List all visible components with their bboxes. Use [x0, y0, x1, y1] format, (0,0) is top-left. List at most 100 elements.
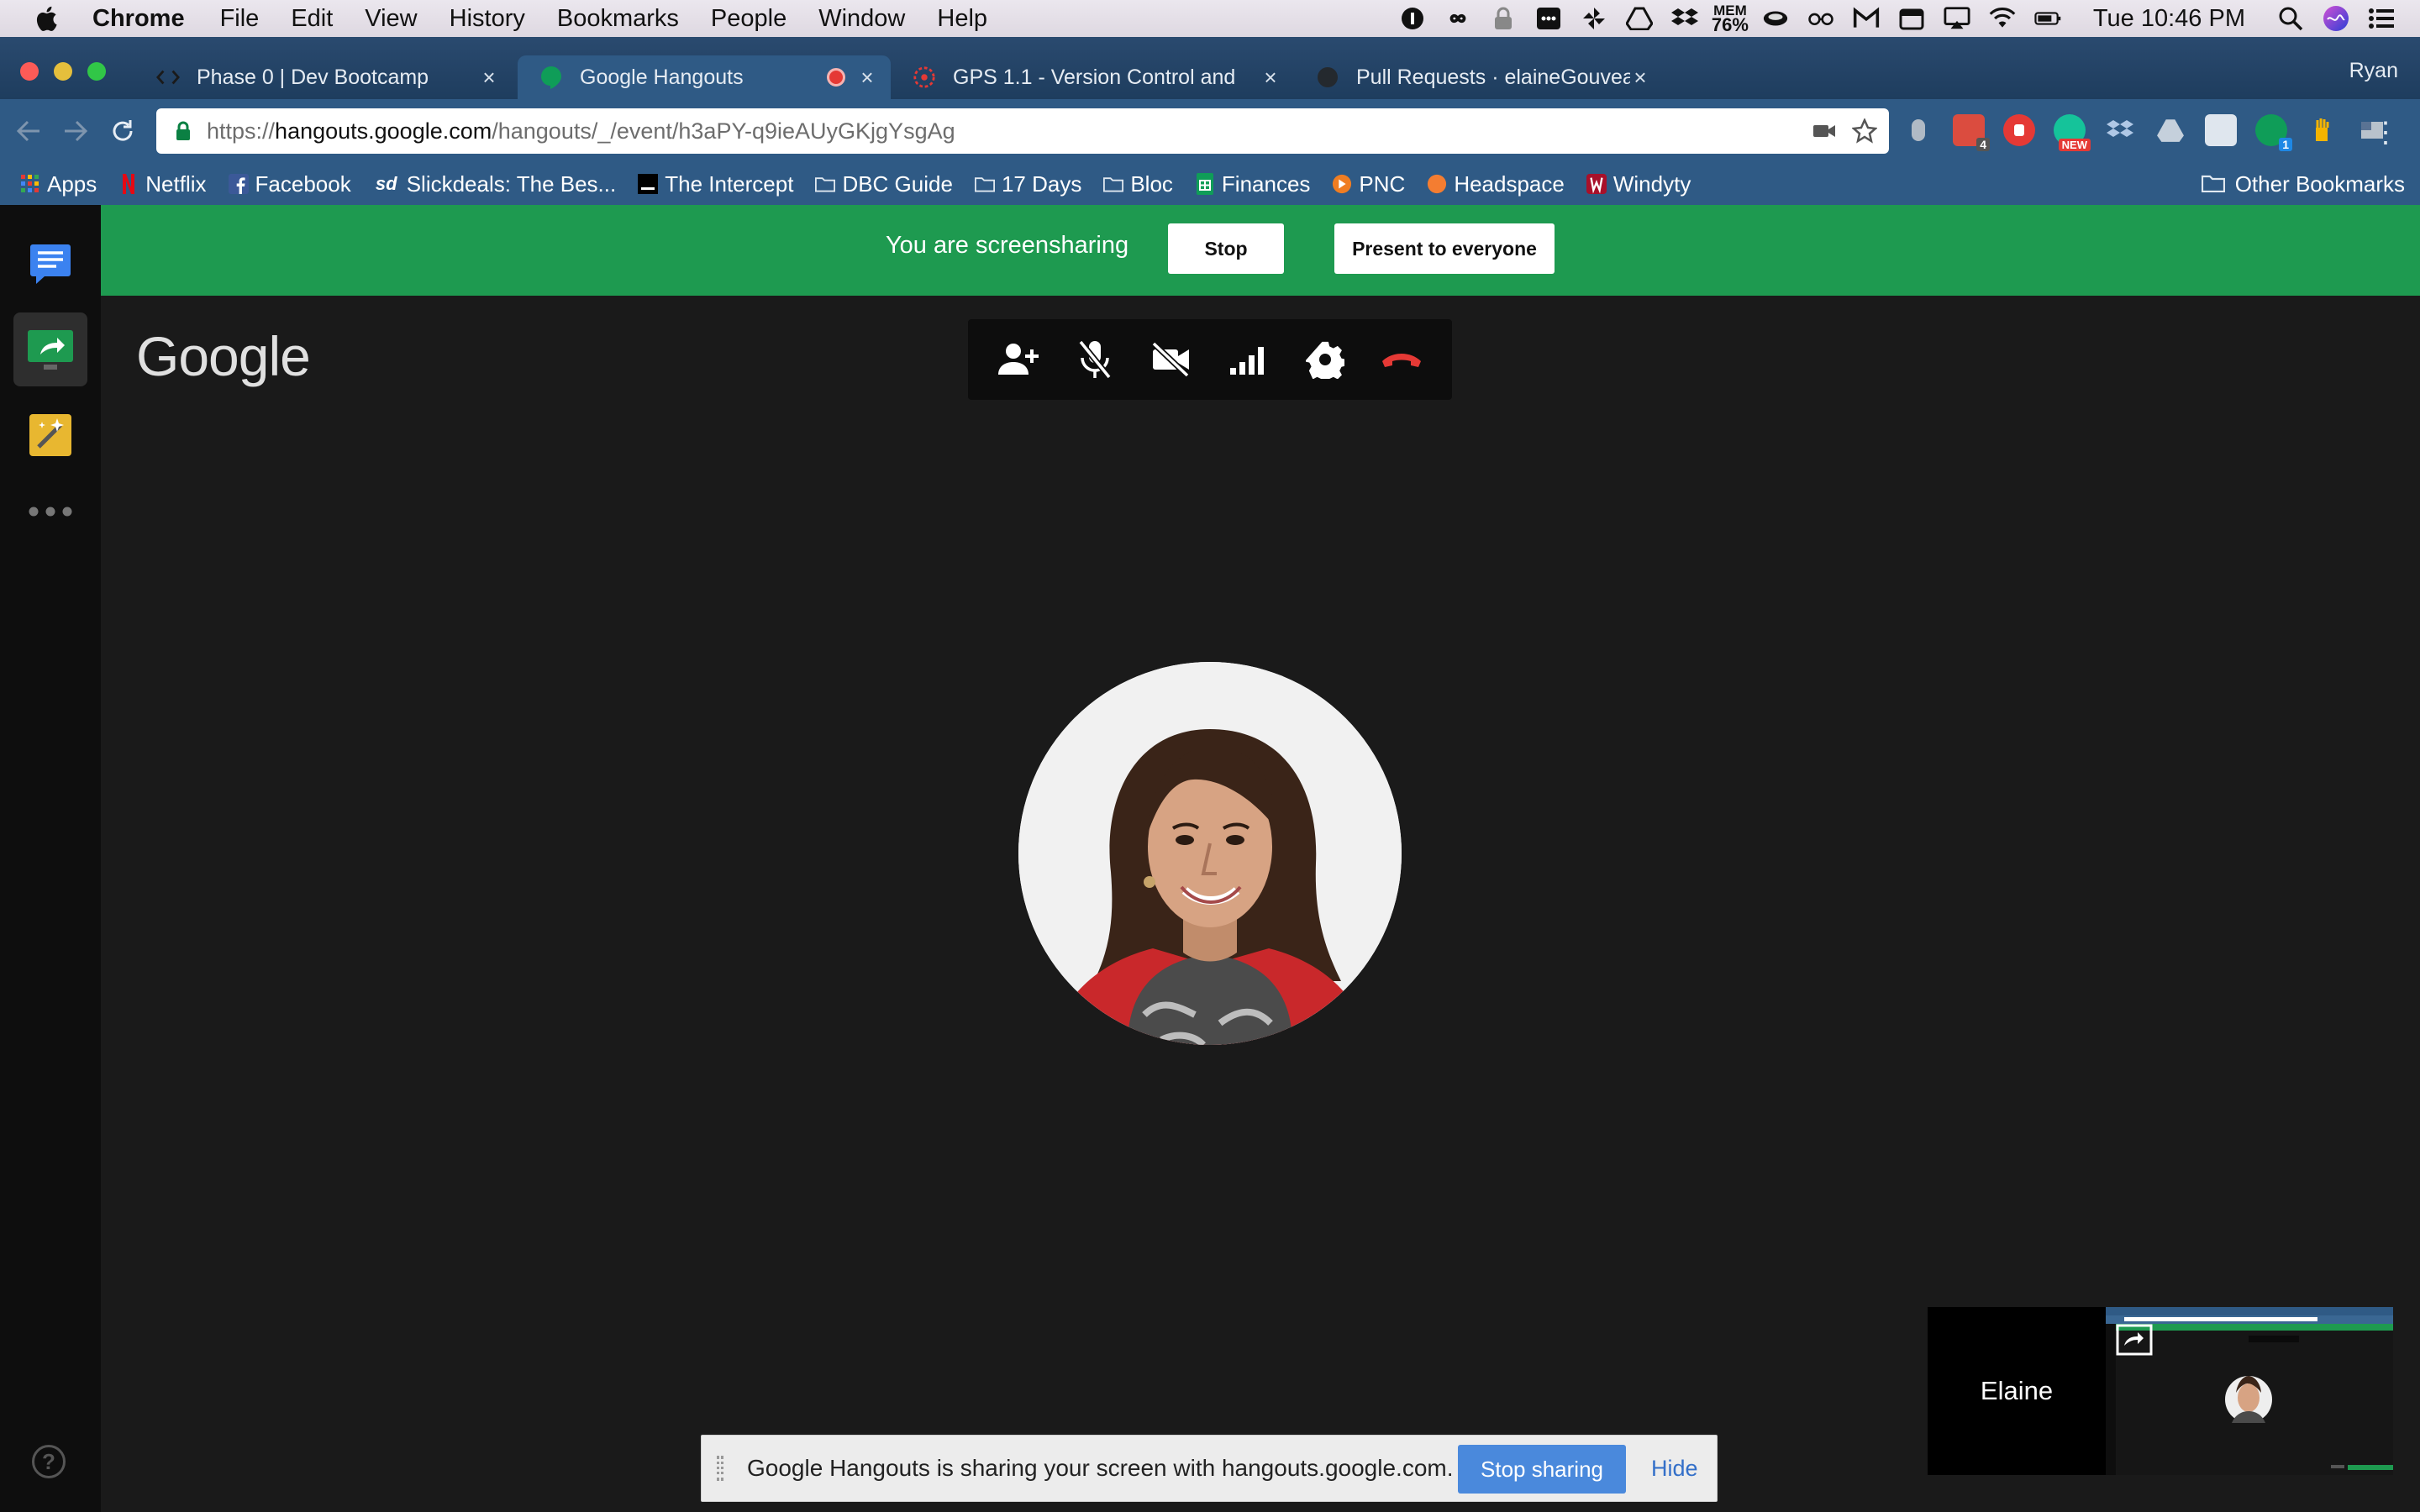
- adblock-extension-icon[interactable]: [2003, 114, 2035, 146]
- menu-window[interactable]: Window: [818, 5, 905, 33]
- other-bookmarks-folder[interactable]: Other Bookmarks: [2201, 163, 2405, 205]
- battery-icon[interactable]: [2034, 5, 2061, 32]
- address-bar[interactable]: https://hangouts.google.com/hangouts/_/e…: [156, 108, 1889, 154]
- hand-extension-icon[interactable]: [2306, 114, 2338, 146]
- forward-button[interactable]: [60, 116, 91, 146]
- close-tab-icon[interactable]: ×: [1260, 65, 1281, 91]
- menu-chrome[interactable]: Chrome: [92, 5, 185, 33]
- apple-icon[interactable]: [34, 5, 59, 32]
- drive-extension-icon[interactable]: [2154, 114, 2186, 146]
- pinwheel-icon[interactable]: [1581, 5, 1607, 32]
- airplay-icon[interactable]: [1944, 5, 1970, 32]
- menu-view[interactable]: View: [365, 5, 417, 33]
- tab-title: Phase 0 | Dev Bootcamp: [197, 65, 429, 89]
- cup-icon[interactable]: [1762, 5, 1789, 32]
- bookmark-star-icon[interactable]: [1852, 118, 1877, 144]
- bookmark-pnc[interactable]: PNC: [1332, 171, 1405, 197]
- grammarly-extension-icon[interactable]: NEW: [2054, 114, 2091, 151]
- close-tab-icon[interactable]: ×: [479, 65, 499, 91]
- url-path: /hangouts/_/event/h3aPY-q9ieAUyGKjgYsgAg: [492, 118, 955, 144]
- memory-value: 76%: [1711, 14, 1749, 35]
- settings-button[interactable]: [1302, 336, 1349, 383]
- lock-status-icon[interactable]: [1490, 5, 1517, 32]
- url-scheme: https://: [207, 118, 276, 144]
- close-window-button[interactable]: [20, 62, 39, 81]
- screensharing-status-text: You are screensharing: [886, 232, 1129, 259]
- todoist-extension-icon[interactable]: 4: [1953, 114, 1990, 151]
- bookmark-facebook[interactable]: Facebook: [228, 171, 351, 197]
- bookmark-windyty[interactable]: Windyty: [1586, 171, 1691, 197]
- bookmark-label: Apps: [47, 171, 97, 197]
- hide-notification-button[interactable]: Hide: [1651, 1456, 1698, 1482]
- menu-people[interactable]: People: [711, 5, 786, 33]
- infinity-icon[interactable]: [1444, 5, 1471, 32]
- camera-toggle-button[interactable]: [1148, 336, 1195, 383]
- more-options-button[interactable]: [13, 491, 87, 533]
- tab-gps-1-1[interactable]: GPS 1.1 - Version Control and ×: [891, 55, 1294, 99]
- secure-lock-icon[interactable]: [166, 121, 200, 141]
- notification-center-icon[interactable]: [2368, 5, 2395, 32]
- bookmark-slickdeals[interactable]: sd Slickdeals: The Bes...: [373, 171, 616, 197]
- menubar-clock[interactable]: Tue 10:46 PM: [2093, 5, 2245, 33]
- add-person-button[interactable]: [995, 336, 1042, 383]
- bookmark-bloc[interactable]: Bloc: [1103, 171, 1173, 197]
- stop-screenshare-button[interactable]: Stop: [1168, 223, 1284, 274]
- 1password-icon[interactable]: [1399, 5, 1426, 32]
- spotlight-search-icon[interactable]: [2277, 5, 2304, 32]
- tab-google-hangouts[interactable]: Google Hangouts ×: [518, 55, 891, 99]
- hangouts-extension-icon[interactable]: 1: [2255, 114, 2292, 151]
- bookmark-netflix[interactable]: Netflix: [118, 171, 207, 197]
- dropbox-status-icon[interactable]: [1670, 5, 1698, 32]
- close-tab-icon[interactable]: ×: [1630, 65, 1650, 91]
- help-icon[interactable]: ?: [32, 1445, 66, 1478]
- menu-file[interactable]: File: [220, 5, 260, 33]
- maximize-window-button[interactable]: [87, 62, 106, 81]
- menu-help[interactable]: Help: [937, 5, 987, 33]
- present-to-everyone-button[interactable]: Present to everyone: [1334, 223, 1555, 274]
- dropbox-extension-icon[interactable]: [2104, 114, 2136, 146]
- bandwidth-button[interactable]: [1225, 336, 1272, 383]
- mute-microphone-button[interactable]: [1071, 336, 1118, 383]
- qr-extension-icon[interactable]: [2205, 114, 2237, 146]
- participant-tile-elaine[interactable]: Elaine: [1928, 1307, 2106, 1475]
- tab-phase-0[interactable]: Phase 0 | Dev Bootcamp ×: [134, 55, 513, 99]
- google-drive-status-icon[interactable]: [1625, 5, 1653, 32]
- macos-menu-bar: Chrome File Edit View History Bookmarks …: [0, 0, 2420, 37]
- stop-sharing-button[interactable]: Stop sharing: [1458, 1445, 1626, 1494]
- close-tab-icon[interactable]: ×: [857, 65, 877, 91]
- minimize-window-button[interactable]: [54, 62, 72, 81]
- tab-pull-requests[interactable]: Pull Requests · elaineGouvea/p ×: [1294, 55, 1664, 99]
- settings-icon: [1305, 341, 1344, 379]
- gmail-status-icon[interactable]: [1853, 5, 1880, 32]
- bookmark-dbc-guide[interactable]: DBC Guide: [815, 171, 953, 197]
- dots-box-icon[interactable]: [1535, 5, 1562, 32]
- siri-icon[interactable]: [2323, 5, 2349, 32]
- back-button[interactable]: [13, 116, 44, 146]
- drag-handle-icon[interactable]: [717, 1456, 723, 1481]
- camera-in-use-icon[interactable]: [1812, 118, 1837, 144]
- chrome-menu-icon[interactable]: ⋮: [2371, 116, 2400, 150]
- calendar-status-icon[interactable]: [1898, 5, 1925, 32]
- screenshare-button[interactable]: [13, 312, 87, 386]
- memory-meter[interactable]: MEM 76%: [1712, 3, 1749, 34]
- bookmark-headspace[interactable]: Headspace: [1427, 171, 1565, 197]
- bookmark-the-intercept[interactable]: The Intercept: [638, 171, 793, 197]
- participant-photo: [1018, 662, 1402, 1045]
- hang-up-button[interactable]: [1378, 336, 1425, 383]
- reload-button[interactable]: [108, 116, 138, 146]
- google-logo: Google: [136, 325, 311, 387]
- bookmark-finances[interactable]: Finances: [1195, 171, 1310, 197]
- wifi-icon[interactable]: [1989, 5, 2016, 32]
- chat-button[interactable]: [13, 227, 87, 301]
- mouse-extension-icon[interactable]: [1902, 114, 1934, 146]
- glasses-icon[interactable]: [1807, 5, 1834, 32]
- bookmark-17-days[interactable]: 17 Days: [974, 171, 1081, 197]
- menu-history[interactable]: History: [450, 5, 525, 33]
- profile-button[interactable]: Ryan: [2349, 59, 2398, 83]
- participant-filmstrip: Elaine: [1928, 1307, 2393, 1475]
- effects-button[interactable]: [13, 398, 87, 472]
- bookmark-apps[interactable]: Apps: [20, 171, 97, 197]
- menu-edit[interactable]: Edit: [291, 5, 333, 33]
- menu-bookmarks[interactable]: Bookmarks: [557, 5, 679, 33]
- self-screen-preview-tile[interactable]: [2106, 1307, 2393, 1475]
